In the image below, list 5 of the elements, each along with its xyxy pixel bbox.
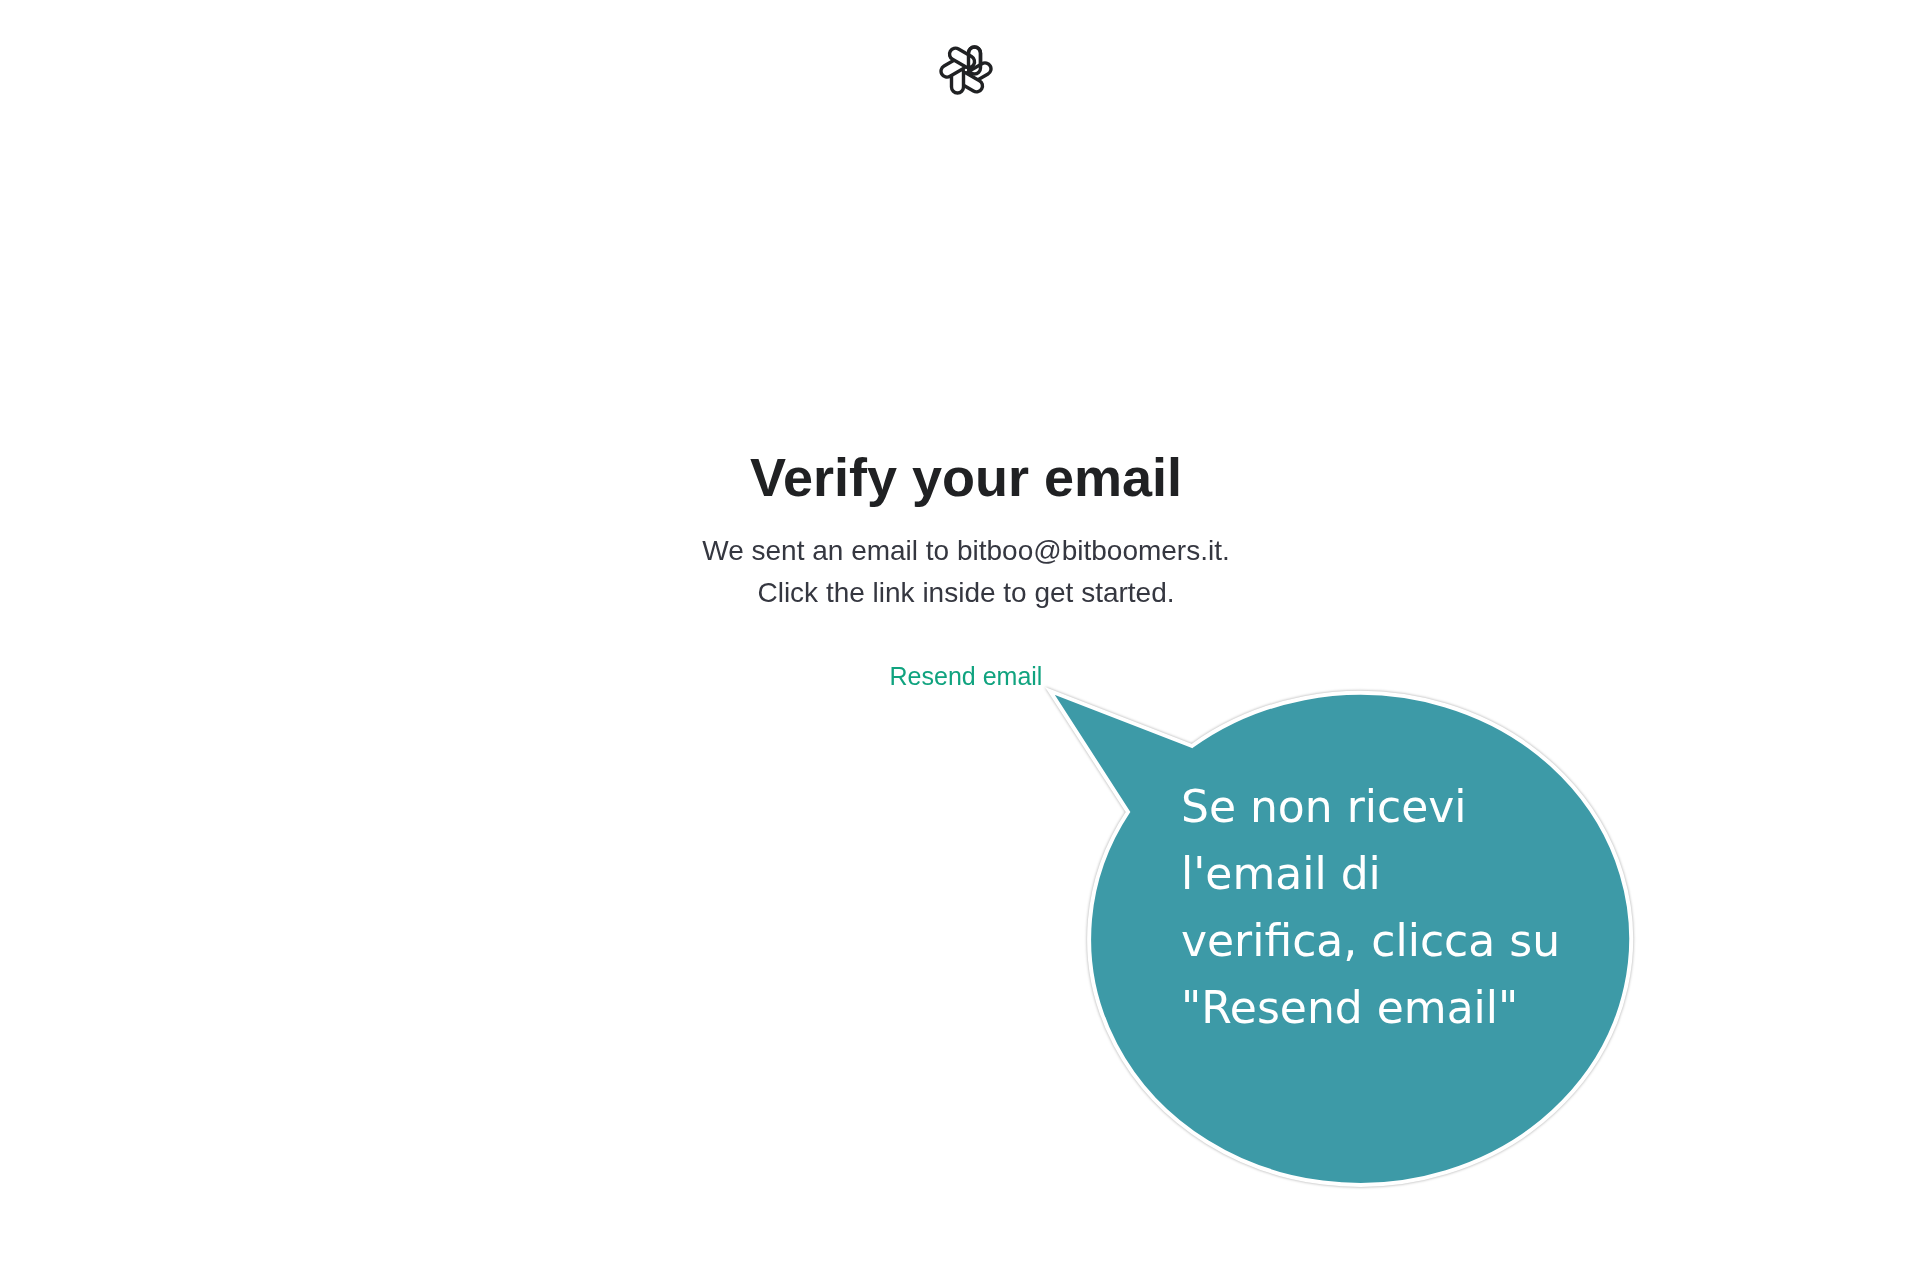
- knot-logo-icon: [939, 43, 993, 97]
- resend-email-link[interactable]: Resend email: [889, 661, 1043, 691]
- page-title: Verify your email: [749, 446, 1183, 509]
- callout-text: Se non ricevi l'email di verifica, clicca su "Resend email": [1181, 780, 1562, 1035]
- message-text: We sent an email to bitboo@bitboomers.it. Click the link inside to get started.: [701, 534, 1231, 610]
